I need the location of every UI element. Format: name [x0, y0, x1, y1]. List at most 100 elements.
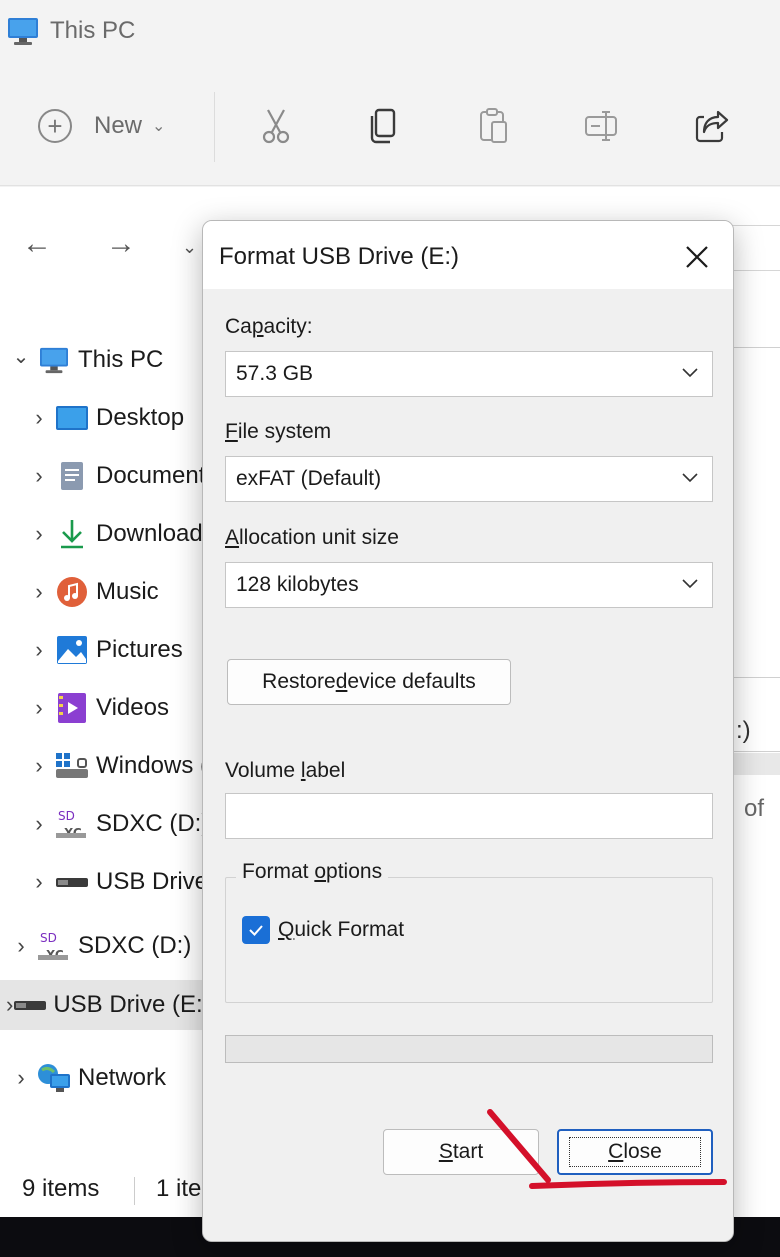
nav-item-label: This PC: [78, 346, 164, 373]
nav-item[interactable]: ›SDXCSDXC (D:): [6, 921, 191, 971]
nav-item-label: Music: [96, 578, 159, 605]
close-icon[interactable]: [679, 239, 715, 275]
chevron-right-icon[interactable]: ›: [24, 637, 54, 663]
nav-item[interactable]: › Network: [6, 1053, 166, 1103]
sd-card-icon: SDXC: [54, 806, 90, 842]
volume-label-input[interactable]: [225, 793, 713, 839]
nav-item-label: SDXC (D:): [78, 932, 192, 959]
file-system-label: File system: [225, 420, 332, 443]
computer-icon: [36, 342, 72, 378]
format-progress-bar: [225, 1035, 713, 1063]
items-count: 9 items: [22, 1175, 100, 1202]
desktop-folder-icon: [54, 400, 90, 436]
window-title: This PC: [50, 17, 136, 44]
copy-button[interactable]: [362, 104, 406, 148]
chevron-right-icon[interactable]: ›: [24, 405, 54, 431]
music-icon: [54, 574, 90, 610]
rename-button[interactable]: [580, 104, 624, 148]
svg-text:SD: SD: [40, 931, 57, 945]
chevron-right-icon[interactable]: ›: [24, 811, 54, 837]
nav-item-label: USB Drive (E:): [53, 991, 211, 1018]
nav-item[interactable]: › Music: [24, 567, 159, 617]
windows-drive-icon: [54, 748, 90, 784]
pictures-icon: [54, 632, 90, 668]
plus-icon: +: [38, 109, 72, 143]
nav-item[interactable]: ⌄ This PC: [6, 335, 163, 385]
close-button[interactable]: Close: [557, 1129, 713, 1175]
capacity-value: 57.3 GB: [236, 362, 314, 385]
nav-item[interactable]: › Videos: [24, 683, 169, 733]
chevron-right-icon[interactable]: ›: [6, 1065, 36, 1091]
nav-item[interactable]: › Documents: [24, 451, 217, 501]
documents-icon: [54, 458, 90, 494]
chevron-right-icon[interactable]: ›: [24, 695, 54, 721]
chevron-right-icon[interactable]: ›: [24, 579, 54, 605]
videos-icon: [54, 690, 90, 726]
free-space-fragment: of: [744, 795, 765, 822]
nav-item[interactable]: › Desktop: [24, 393, 184, 443]
chevron-right-icon[interactable]: ›: [24, 753, 54, 779]
computer-icon: [6, 16, 42, 46]
network-icon: [36, 1060, 72, 1096]
allocation-unit-value: 128 kilobytes: [236, 573, 359, 596]
chevron-down-icon: [680, 362, 700, 388]
toolbar-divider: [214, 92, 215, 162]
nav-item-label: SDXC (D:): [96, 810, 210, 837]
share-icon: [695, 110, 729, 143]
nav-item-label: Desktop: [96, 404, 185, 431]
new-label: New: [94, 112, 143, 139]
chevron-right-icon[interactable]: ›: [24, 869, 54, 895]
pane-divider: [734, 677, 780, 678]
chevron-down-icon[interactable]: ⌄: [6, 344, 36, 369]
nav-item-label: Downloads: [96, 520, 215, 547]
format-dialog: Format USB Drive (E:) Capacity: 57.3 GB …: [202, 220, 734, 1242]
nav-item[interactable]: › USB Drive (E:): [0, 980, 211, 1030]
chevron-down-icon: [680, 573, 700, 599]
chevron-down-icon: [680, 467, 700, 493]
volume-label-label: Volume label: [225, 759, 346, 782]
sd-card-icon: SDXC: [36, 928, 72, 964]
paste-button[interactable]: [472, 104, 516, 148]
nav-item-label: Documents: [96, 462, 218, 489]
cut-button[interactable]: [254, 104, 298, 148]
file-system-select[interactable]: exFAT (Default): [225, 456, 713, 502]
format-options-group: Format options Quick Format: [225, 860, 713, 1003]
chevron-right-icon[interactable]: ›: [6, 933, 36, 959]
chevron-right-icon[interactable]: ›: [6, 992, 13, 1018]
new-button[interactable]: + New ⌄: [38, 106, 165, 146]
cut-icon: [262, 109, 290, 144]
allocation-unit-label: Allocation unit size: [225, 526, 399, 549]
nav-item[interactable]: › Pictures: [24, 625, 183, 675]
chevron-right-icon[interactable]: ›: [24, 521, 54, 547]
nav-item[interactable]: ›SDXCSDXC (D:): [24, 799, 209, 849]
usb-drive-icon: [13, 987, 47, 1023]
rename-icon: [585, 111, 617, 141]
capacity-label: Capacity:: [225, 315, 313, 338]
chevron-right-icon[interactable]: ›: [24, 463, 54, 489]
back-arrow-icon[interactable]: ←: [22, 227, 52, 261]
nav-item[interactable]: › Downloads: [24, 509, 215, 559]
dialog-titlebar: Format USB Drive (E:): [203, 221, 733, 289]
chevron-down-icon: ⌄: [152, 118, 166, 135]
usb-drive-icon: [54, 864, 90, 900]
pane-divider: [734, 347, 780, 348]
quick-format-label: Quick Format: [278, 918, 405, 941]
drive-c-fragment: :): [736, 717, 751, 744]
forward-arrow-icon[interactable]: →: [106, 227, 136, 261]
share-button[interactable]: [690, 104, 734, 148]
quick-format-checkbox[interactable]: Quick Format: [242, 916, 404, 944]
copy-icon: [370, 108, 396, 144]
nav-item-label: Videos: [96, 694, 169, 721]
checkmark-icon: [242, 916, 270, 944]
recent-chevron-icon[interactable]: ⌄: [182, 237, 197, 258]
selected-count: 1 ite: [156, 1175, 202, 1202]
command-bar: + New ⌄: [0, 62, 780, 186]
nav-item-label: Network: [78, 1064, 167, 1091]
start-button[interactable]: Start: [383, 1129, 539, 1175]
restore-defaults-button[interactable]: Restore d evice defaults: [227, 659, 511, 705]
window-titlebar: This PC: [0, 0, 780, 62]
capacity-select[interactable]: 57.3 GB: [225, 351, 713, 397]
dialog-body: Capacity: 57.3 GB File system exFAT (Def…: [203, 289, 733, 1241]
allocation-unit-select[interactable]: 128 kilobytes: [225, 562, 713, 608]
download-icon: [54, 516, 90, 552]
